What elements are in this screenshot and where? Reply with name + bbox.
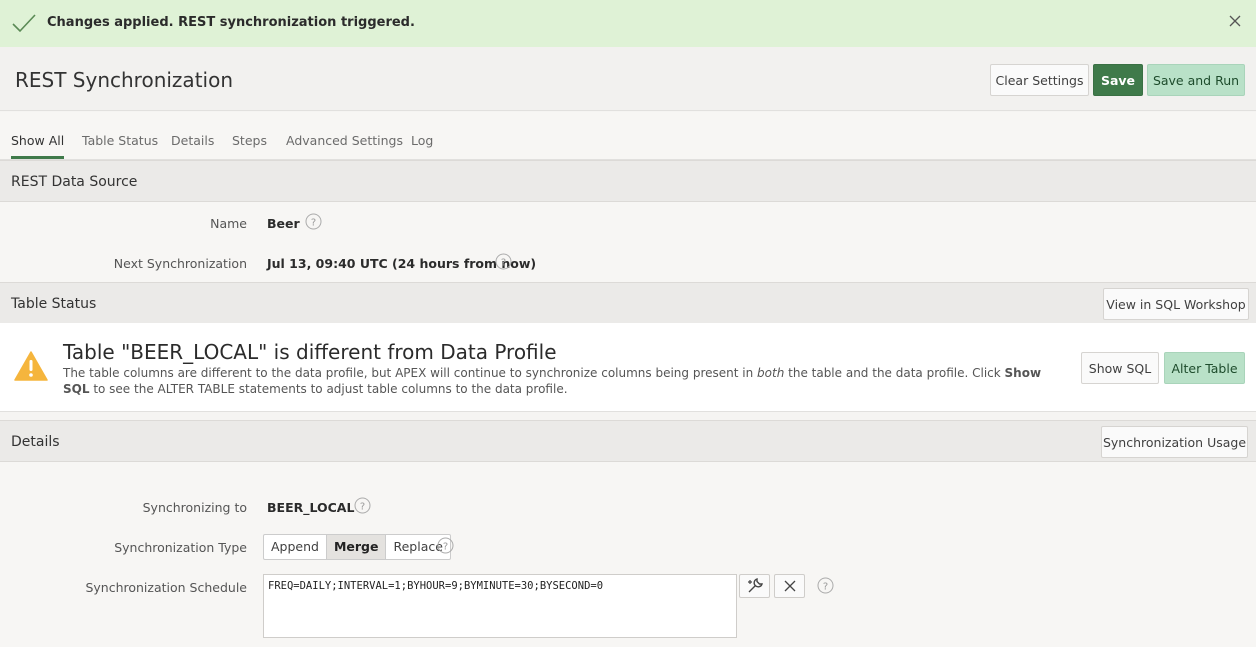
tab-steps[interactable]: Steps: [232, 133, 267, 158]
page-header: REST Synchronization Clear Settings Save…: [0, 47, 1256, 111]
tab-show-all[interactable]: Show All: [11, 133, 65, 159]
alter-table-button[interactable]: Alter Table: [1164, 352, 1245, 384]
sync-type-merge[interactable]: Merge: [326, 535, 387, 559]
tab-table-status[interactable]: Table Status: [82, 133, 158, 158]
sync-to-value: BEER_LOCAL: [267, 500, 355, 515]
warning-title: Table "BEER_LOCAL" is different from Dat…: [63, 340, 557, 364]
help-icon[interactable]: ?: [817, 577, 834, 594]
wrench-icon: [747, 578, 763, 593]
warning-description: The table columns are different to the d…: [63, 366, 1042, 396]
page-title: REST Synchronization: [15, 68, 233, 92]
success-notification: Changes applied. REST synchronization tr…: [0, 0, 1256, 47]
schedule-builder-button[interactable]: [739, 574, 770, 598]
clear-schedule-button[interactable]: [774, 574, 805, 598]
region-title: REST Data Source: [11, 174, 138, 190]
view-in-sql-workshop-button[interactable]: View in SQL Workshop: [1103, 288, 1249, 320]
sync-to-label: Synchronizing to: [142, 500, 247, 515]
warning-icon: [14, 351, 48, 381]
rest-data-source-header: REST Data Source: [0, 160, 1256, 202]
svg-text:?: ?: [443, 542, 448, 553]
svg-text:?: ?: [823, 582, 828, 593]
svg-text:?: ?: [311, 218, 316, 229]
table-status-header: Table Status View in SQL Workshop: [0, 282, 1256, 324]
clear-settings-button[interactable]: Clear Settings: [990, 64, 1089, 96]
check-icon: [12, 14, 36, 33]
svg-text:?: ?: [360, 502, 365, 513]
save-and-run-button[interactable]: Save and Run: [1147, 64, 1245, 96]
sync-type-append[interactable]: Append: [264, 535, 327, 559]
notification-message: Changes applied. REST synchronization tr…: [47, 15, 415, 30]
tab-advanced-settings[interactable]: Advanced Settings: [286, 133, 403, 158]
schedule-label: Synchronization Schedule: [85, 580, 247, 595]
tab-details[interactable]: Details: [171, 133, 214, 158]
clear-icon: [784, 580, 795, 592]
sync-type-selector: Append Merge Replace: [263, 534, 451, 560]
svg-text:?: ?: [501, 258, 506, 269]
name-label: Name: [210, 216, 247, 231]
show-sql-button[interactable]: Show SQL: [1081, 352, 1159, 384]
help-icon[interactable]: ?: [305, 213, 322, 230]
help-icon[interactable]: ?: [495, 253, 512, 270]
tab-bar: Show All Table Status Details Steps Adva…: [0, 112, 1256, 160]
tab-log[interactable]: Log: [411, 133, 433, 158]
help-icon[interactable]: ?: [437, 537, 454, 554]
details-header: Details Synchronization Usage: [0, 420, 1256, 462]
name-value: Beer: [267, 216, 300, 231]
close-icon[interactable]: [1228, 14, 1242, 28]
next-sync-label: Next Synchronization: [113, 256, 247, 271]
region-title: Table Status: [11, 296, 97, 312]
region-title: Details: [11, 434, 60, 450]
sync-type-label: Synchronization Type: [114, 540, 247, 555]
save-button[interactable]: Save: [1093, 64, 1143, 96]
synchronization-usage-button[interactable]: Synchronization Usage: [1101, 426, 1248, 458]
help-icon[interactable]: ?: [354, 497, 371, 514]
table-status-warning: Table "BEER_LOCAL" is different from Dat…: [0, 323, 1256, 412]
rest-data-source-body: Name Beer ? Next Synchronization Jul 13,…: [0, 202, 1256, 282]
schedule-input[interactable]: FREQ=DAILY;INTERVAL=1;BYHOUR=9;BYMINUTE=…: [263, 574, 737, 638]
